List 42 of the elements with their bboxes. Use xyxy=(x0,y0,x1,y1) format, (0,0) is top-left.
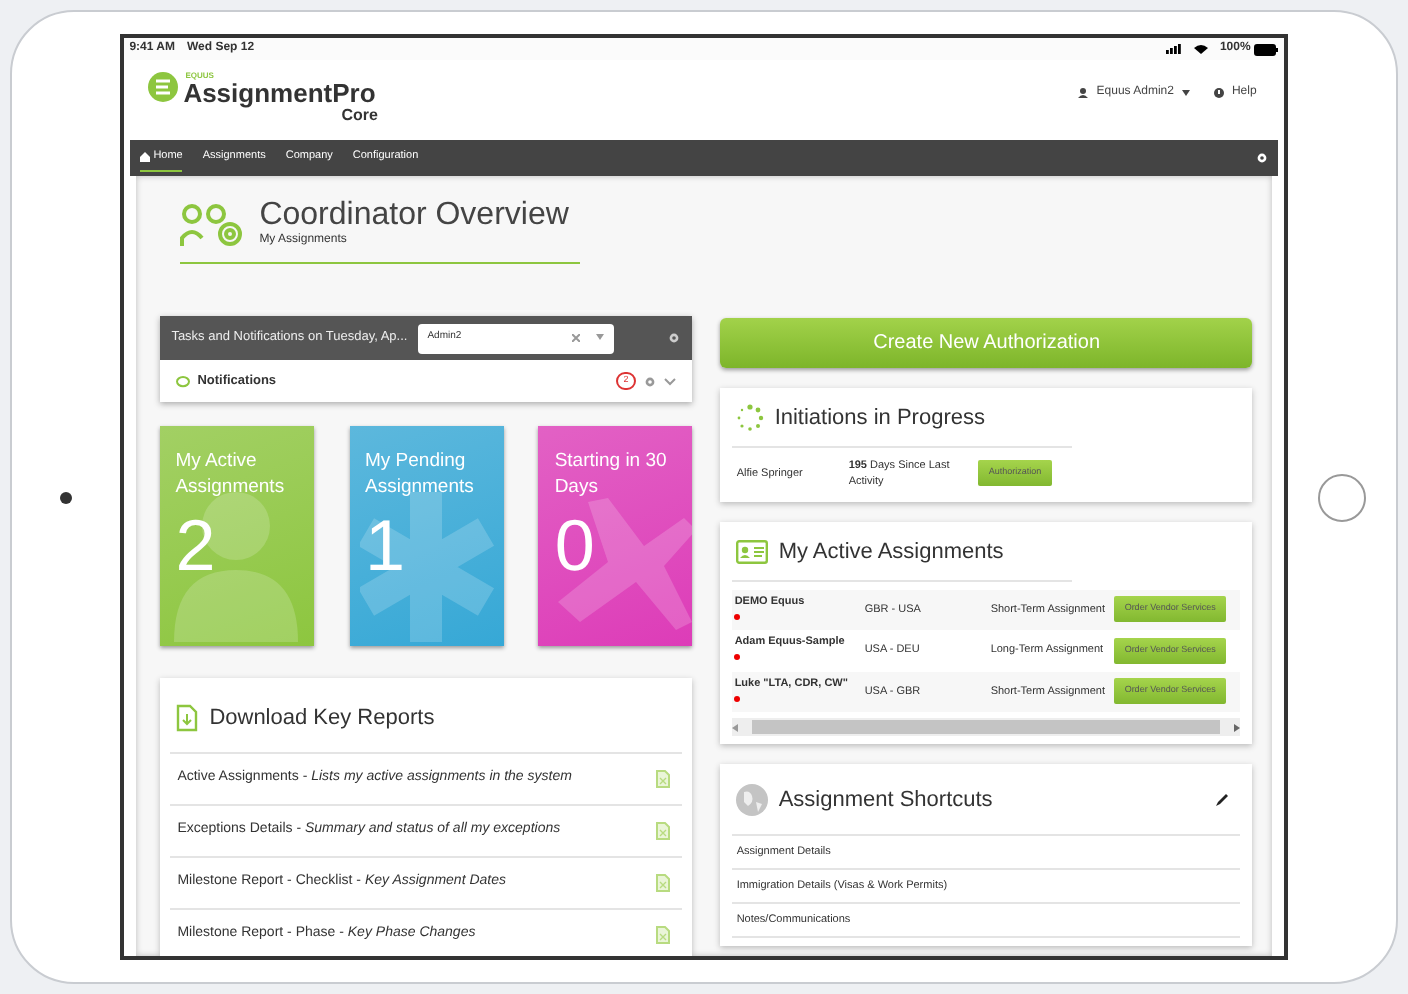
brand-name: AssignmentPro xyxy=(183,80,378,106)
page-title: Coordinator Overview xyxy=(259,200,569,232)
id-card-icon xyxy=(736,540,769,565)
edit-icon[interactable] xyxy=(1216,794,1229,807)
settings-icon[interactable] xyxy=(668,332,681,344)
tile-count: 2 xyxy=(175,509,218,582)
tile-count: 1 xyxy=(365,509,408,582)
caret-icon[interactable] xyxy=(595,334,604,340)
tile-count: 0 xyxy=(554,509,597,582)
user-icon xyxy=(1078,88,1089,98)
spreadsheet-icon[interactable] xyxy=(656,873,671,891)
chevron-down-icon[interactable] xyxy=(664,377,677,385)
caret-icon xyxy=(1181,90,1190,96)
clear-icon[interactable] xyxy=(571,334,580,342)
people-gear-icon xyxy=(179,202,248,250)
brand-edition: Core xyxy=(341,106,378,126)
tile-label: My Active Assignments xyxy=(175,448,287,502)
tile-label: My Pending Assignments xyxy=(365,448,476,502)
home-icon xyxy=(139,152,150,162)
card-title: My Active Assignments xyxy=(778,538,1004,568)
logo-icon xyxy=(147,72,178,102)
home-button[interactable] xyxy=(1318,473,1367,521)
spreadsheet-icon[interactable] xyxy=(656,821,671,839)
spreadsheet-icon[interactable] xyxy=(656,925,671,943)
card-title: Assignment Shortcuts xyxy=(778,786,995,816)
camera-dot xyxy=(59,491,72,503)
spinner-icon xyxy=(736,404,765,433)
tile-label: Starting in 30 Days xyxy=(554,448,669,502)
signal-icon xyxy=(1165,44,1182,54)
scroll-right-icon[interactable] xyxy=(1232,723,1241,731)
wifi-icon xyxy=(1193,44,1208,54)
scroll-left-icon[interactable] xyxy=(732,723,741,731)
card-title: Initiations in Progress xyxy=(774,404,985,434)
help-icon xyxy=(1213,88,1224,98)
battery-icon xyxy=(1254,43,1279,55)
settings-icon[interactable] xyxy=(1256,152,1269,164)
spreadsheet-icon[interactable] xyxy=(656,769,671,787)
card-title: Download Key Reports xyxy=(209,704,435,734)
chat-icon xyxy=(175,375,190,387)
globe-icon xyxy=(736,784,769,817)
scrollbar[interactable] xyxy=(732,718,1241,736)
file-download-icon xyxy=(175,704,198,733)
